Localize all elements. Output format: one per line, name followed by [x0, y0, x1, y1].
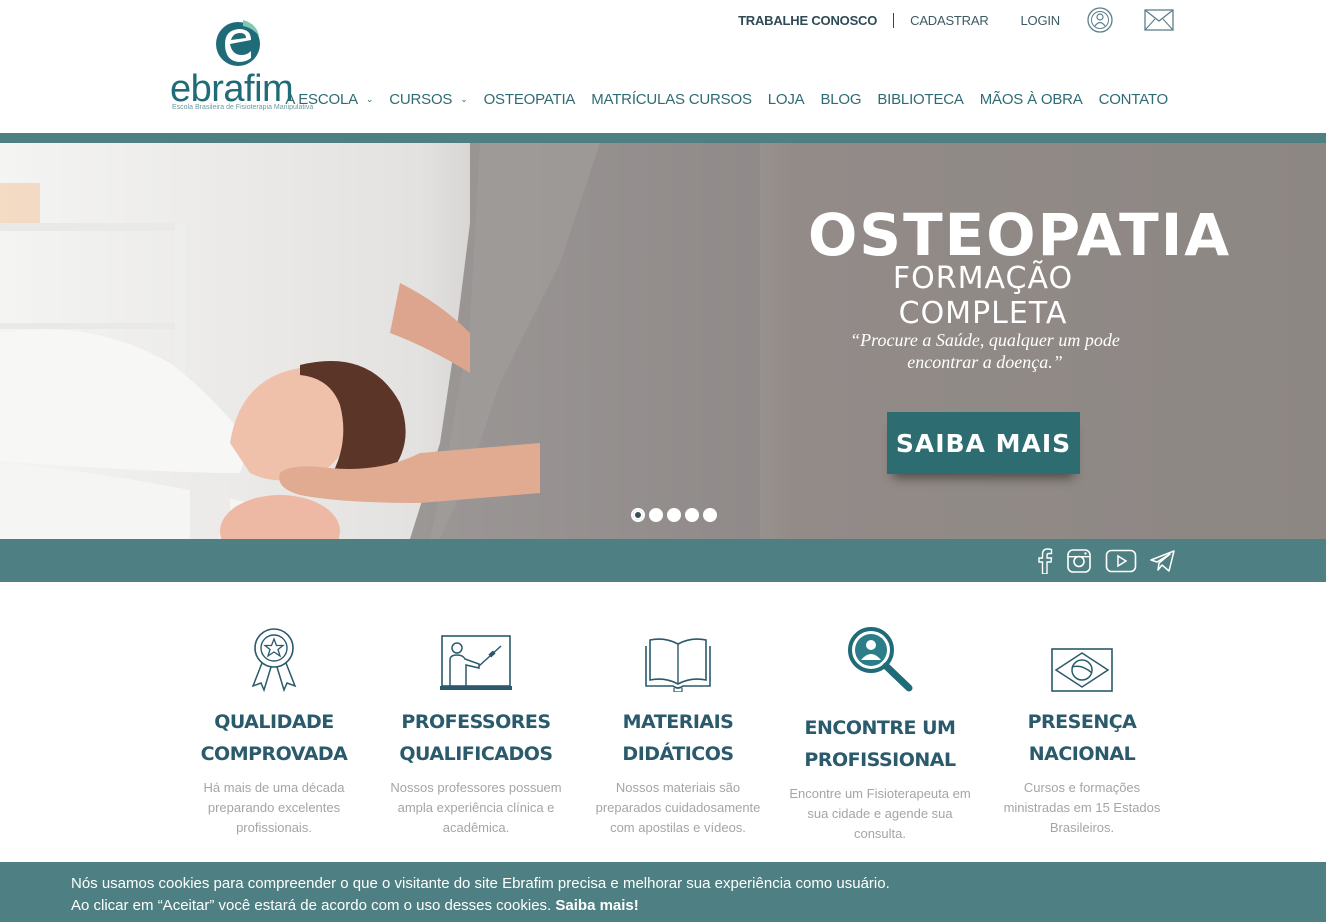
top-utility-bar: TRABALHE CONOSCO CADASTRAR LOGIN [722, 6, 1174, 34]
cookie-message: Nós usamos cookies para compreender o qu… [71, 873, 891, 917]
slider-dot[interactable] [703, 508, 717, 522]
slider-dot[interactable] [667, 508, 681, 522]
cookie-saiba-mais-link[interactable]: Saiba mais! [555, 897, 638, 914]
feature-text: Há mais de uma década preparando excelen… [203, 780, 345, 835]
nav-item-biblioteca[interactable]: BIBLIOTECA [877, 91, 964, 108]
slider-dot[interactable] [631, 508, 645, 522]
mail-icon[interactable] [1144, 9, 1174, 31]
nav-item-matriculas-cursos[interactable]: MATRÍCULAS CURSOS [591, 91, 752, 108]
nav-item-label: BLOG [820, 91, 862, 108]
features-section: QUALIDADE COMPROVADA Há mais de uma déca… [173, 620, 1183, 860]
nav-item-label: A ESCOLA [285, 91, 358, 108]
cookie-text: Nós usamos cookies para compreender o qu… [71, 875, 890, 914]
feature-card: PROFESSORES QUALIFICADOS Nossos professo… [375, 620, 577, 860]
login-link[interactable]: LOGIN [1005, 13, 1076, 28]
open-book-icon [577, 620, 779, 692]
profile-badge-icon[interactable] [1086, 6, 1114, 34]
social-links [1037, 548, 1176, 579]
register-link[interactable]: CADASTRAR [894, 13, 1004, 28]
logo-e-mark-icon [216, 20, 260, 66]
telegram-icon[interactable] [1150, 549, 1176, 578]
site-header: ebrafim Escola Brasileira de Fisioterapi… [0, 0, 1326, 133]
main-navigation: A ESCOLA ⌄ CURSOS ⌄ OSTEOPATIA MATRÍCULAS … [269, 91, 1168, 108]
youtube-icon[interactable] [1105, 549, 1137, 578]
nav-item-label: MÃOS À OBRA [979, 91, 1083, 108]
feature-card[interactable]: ENCONTRE UM PROFISSIONAL Encontre um Fis… [779, 620, 981, 860]
search-person-icon [779, 620, 981, 692]
facebook-icon[interactable] [1037, 548, 1053, 579]
header-divider-bar [0, 133, 1326, 143]
nav-item-cursos[interactable]: CURSOS ⌄ [389, 91, 468, 108]
nav-item-label: MATRÍCULAS CURSOS [591, 91, 752, 108]
feature-title: ENCONTRE UM PROFISSIONAL [804, 717, 956, 771]
nav-item-label: CURSOS [389, 91, 453, 108]
nav-item-maos-a-obra[interactable]: MÃOS À OBRA [980, 91, 1083, 108]
award-ribbon-icon [173, 620, 375, 692]
nav-item-label: OSTEOPATIA [483, 91, 576, 108]
hero-photo-therapist-patient [0, 143, 760, 539]
cookie-banner: Nós usamos cookies para compreender o qu… [0, 862, 1326, 922]
hero-title: OSTEOPATIA [808, 201, 1232, 269]
nav-item-blog[interactable]: BLOG [820, 91, 861, 108]
slider-pagination [631, 508, 717, 522]
teacher-board-icon [375, 620, 577, 692]
feature-title: MATERIAIS DIDÁTICOS [622, 711, 734, 765]
nav-item-label: CONTATO [1098, 91, 1169, 108]
feature-text: Encontre um Fisioterapeuta em sua cidade… [789, 786, 971, 841]
nav-item-label: BIBLIOTECA [877, 91, 964, 108]
hero-slider: OSTEOPATIA FORMAÇÃO COMPLETA “Procure a … [0, 143, 1326, 539]
nav-item-label: LOJA [767, 91, 805, 108]
feature-card: PRESENÇA NACIONAL Cursos e formações min… [981, 620, 1183, 860]
slider-dot[interactable] [685, 508, 699, 522]
chevron-down-icon: ⌄ [460, 94, 468, 104]
feature-text: Cursos e formações ministradas em 15 Est… [1003, 780, 1161, 835]
feature-title: QUALIDADE COMPROVADA [200, 711, 348, 765]
feature-card: MATERIAIS DIDÁTICOS Nossos materiais são… [577, 620, 779, 860]
feature-title: PRESENÇA NACIONAL [1027, 711, 1137, 765]
chevron-down-icon: ⌄ [365, 94, 374, 104]
nav-item-a-escola[interactable]: A ESCOLA ⌄ [285, 91, 373, 108]
feature-text: Nossos materiais são preparados cuidados… [595, 780, 761, 835]
feature-card: QUALIDADE COMPROVADA Há mais de uma déca… [173, 620, 375, 860]
brazil-flag-icon [981, 620, 1183, 692]
nav-item-loja[interactable]: LOJA [768, 91, 805, 108]
nav-item-osteopatia[interactable]: OSTEOPATIA [484, 91, 576, 108]
hero-quote: “Procure a Saúde, qualquer um pode encon… [850, 330, 1120, 372]
work-with-us-link[interactable]: TRABALHE CONOSCO [722, 12, 895, 28]
slider-dot[interactable] [649, 508, 663, 522]
feature-title: PROFESSORES QUALIFICADOS [399, 711, 553, 765]
instagram-icon[interactable] [1066, 548, 1092, 579]
hero-subtitle: FORMAÇÃO COMPLETA [892, 261, 1074, 331]
saiba-mais-button[interactable]: SAIBA MAIS [887, 412, 1080, 474]
social-bar [0, 539, 1326, 582]
feature-text: Nossos professores possuem ampla experiê… [390, 780, 562, 835]
nav-item-contato[interactable]: CONTATO [1098, 91, 1169, 108]
